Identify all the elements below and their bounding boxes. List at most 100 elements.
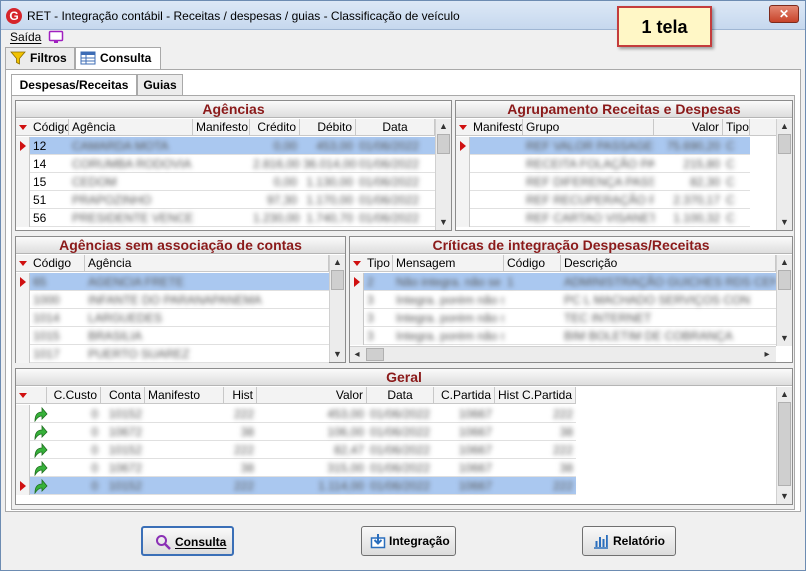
- criticas-vertical-scrollbar[interactable]: ▲ ▼: [776, 255, 792, 346]
- table-row[interactable]: REF DIFERENÇA PASS 82,30 C: [456, 173, 750, 191]
- sort-indicator-icon[interactable]: [351, 255, 364, 272]
- table-row[interactable]: RECEITA FOLAÇÃO PASS 215,80 C: [456, 155, 750, 173]
- scroll-down-icon[interactable]: ▼: [777, 215, 792, 229]
- scroll-thumb[interactable]: [778, 402, 791, 486]
- scroll-up-icon[interactable]: ▲: [777, 387, 792, 401]
- consulta-button[interactable]: Consulta: [141, 526, 234, 556]
- table-row[interactable]: 3 Integra. porém não se PC L MACHADO SER…: [350, 291, 776, 309]
- tab-despesas-receitas[interactable]: Despesas/Receitas: [11, 74, 137, 96]
- relatorio-button[interactable]: Relatório: [582, 526, 676, 556]
- row-indicator: [456, 173, 470, 191]
- table-row[interactable]: 1015 BRASILIA: [16, 327, 329, 345]
- table-row[interactable]: 12 CAMARDA MOTA 0,00 453,00 01/06/2022: [16, 137, 435, 155]
- table-row[interactable]: 51 PRAPOZINHO 97,30 1.170,00 01/06/2022: [16, 191, 435, 209]
- table-row[interactable]: 0 10152 222 82,47 01/06/2022 10667 222: [16, 441, 576, 459]
- table-row[interactable]: 0 10152 222 453,00 01/06/2022 10667 222: [16, 405, 576, 423]
- column-header-debito[interactable]: Débito: [300, 119, 356, 136]
- column-header-agencia[interactable]: Agência: [69, 119, 193, 136]
- tab-consulta[interactable]: Consulta: [75, 47, 161, 70]
- column-header-manifesto[interactable]: Manifesto: [145, 387, 224, 404]
- sem-associacao-vertical-scrollbar[interactable]: ▲ ▼: [329, 255, 345, 362]
- column-header-hist-cpartida[interactable]: Hist C.Partida: [495, 387, 576, 404]
- scroll-thumb[interactable]: [331, 270, 344, 290]
- column-header-codigo[interactable]: Código: [30, 119, 69, 136]
- column-header-valor[interactable]: Valor: [654, 119, 723, 136]
- column-header-conta[interactable]: Conta: [101, 387, 145, 404]
- scroll-right-icon[interactable]: ▸: [760, 347, 774, 362]
- table-row[interactable]: 14 CORUMBA RODOVIA 2.816,00 36.014,00 01…: [16, 155, 435, 173]
- table-row[interactable]: 3 Integra. porém não se TEC INTERNET: [350, 309, 776, 327]
- scroll-down-icon[interactable]: ▼: [777, 331, 792, 345]
- scroll-thumb[interactable]: [778, 134, 791, 154]
- criticas-grid[interactable]: Tipo Mensagem Código Descrição 2 Não int…: [350, 255, 776, 346]
- geral-vertical-scrollbar[interactable]: ▲ ▼: [776, 387, 792, 504]
- scroll-up-icon[interactable]: ▲: [330, 255, 345, 269]
- close-button[interactable]: ✕: [769, 5, 799, 23]
- table-row[interactable]: 15 CEDOM 0,00 1.130,00 01/06/2022: [16, 173, 435, 191]
- sort-indicator-icon[interactable]: [17, 119, 30, 136]
- cell-cpartida: 10667: [458, 461, 492, 475]
- column-header-valor[interactable]: Valor: [257, 387, 367, 404]
- column-header-manifesto[interactable]: Manifesto: [193, 119, 250, 136]
- menu-saida[interactable]: Saída: [10, 30, 41, 44]
- tab-guias[interactable]: Guias: [137, 74, 183, 95]
- column-header-hist[interactable]: Hist: [224, 387, 257, 404]
- table-row[interactable]: 2 Não integra. não se ap. 1 ADMINISTRAÇÃ…: [350, 273, 776, 291]
- scroll-down-icon[interactable]: ▼: [436, 215, 451, 229]
- column-header-descricao[interactable]: Descrição: [561, 255, 776, 272]
- table-row[interactable]: 1014 LARGUEDES: [16, 309, 329, 327]
- sem-associacao-grid[interactable]: Código Agência 65 AGENCIA FRETE 1000 INF…: [16, 255, 329, 363]
- column-header-ccusto[interactable]: C.Custo: [47, 387, 101, 404]
- sort-indicator-icon[interactable]: [17, 387, 30, 404]
- agencias-vertical-scrollbar[interactable]: ▲ ▼: [435, 119, 451, 230]
- main-window: G RET - Integração contábil - Receitas /…: [0, 0, 806, 571]
- column-header-tipo[interactable]: Tipo: [723, 119, 750, 136]
- scroll-thumb[interactable]: [437, 134, 450, 154]
- table-row[interactable]: 3 Integra. porém não se BIM BOLETIM DE C…: [350, 327, 776, 345]
- row-indicator: [16, 327, 30, 345]
- column-header-mensagem[interactable]: Mensagem: [393, 255, 504, 272]
- table-row[interactable]: 0 10672 38 315,00 01/06/2022 10667 38: [16, 459, 576, 477]
- agrupamento-vertical-scrollbar[interactable]: ▲ ▼: [776, 119, 792, 230]
- table-row[interactable]: REF RECUPERAÇÃO PASS 2.370,17 C: [456, 191, 750, 209]
- geral-grid[interactable]: C.Custo Conta Manifesto Hist Valor Data …: [16, 387, 776, 504]
- sort-indicator-icon[interactable]: [457, 119, 470, 136]
- sem-associacao-title: Agências sem associação de contas: [16, 237, 345, 254]
- cell-codigo: [504, 327, 561, 345]
- scroll-thumb[interactable]: [778, 270, 791, 290]
- table-row[interactable]: 1000 INFANTE DO PARANAPANEMA: [16, 291, 329, 309]
- agrupamento-grid[interactable]: Manifesto Grupo Valor Tipo REF VALOR PAS…: [456, 119, 776, 230]
- cell-conta: 10152: [108, 407, 142, 421]
- sort-indicator-icon[interactable]: [17, 255, 30, 272]
- column-header-cpartida[interactable]: C.Partida: [434, 387, 495, 404]
- scroll-up-icon[interactable]: ▲: [777, 119, 792, 133]
- table-row[interactable]: REF VALOR PASSAGEM 75.690,20 C: [456, 137, 750, 155]
- column-header-data[interactable]: Data: [356, 119, 435, 136]
- table-row[interactable]: REF CARTAO VISANET 1.100,32 C: [456, 209, 750, 227]
- scroll-thumb[interactable]: [366, 348, 384, 361]
- agencias-grid[interactable]: Código Agência Manifesto Crédito Débito …: [16, 119, 435, 230]
- scroll-left-icon[interactable]: ◂: [350, 347, 364, 362]
- scroll-down-icon[interactable]: ▼: [330, 347, 345, 361]
- column-header-manifesto[interactable]: Manifesto: [470, 119, 523, 136]
- column-header-codigo[interactable]: Código: [30, 255, 85, 272]
- column-header-tipo[interactable]: Tipo: [364, 255, 393, 272]
- table-row[interactable]: 0 10672 38 106,00 01/06/2022 10667 38: [16, 423, 576, 441]
- table-row[interactable]: 0 10152 222 1.114,00 01/06/2022 10667 22…: [16, 477, 576, 495]
- column-header-credito[interactable]: Crédito: [250, 119, 300, 136]
- monitor-icon[interactable]: [48, 30, 64, 44]
- criticas-horizontal-scrollbar[interactable]: ◂ ▸: [350, 346, 776, 362]
- integracao-button[interactable]: Integração: [361, 526, 456, 556]
- column-header-codigo[interactable]: Código: [504, 255, 561, 272]
- scroll-up-icon[interactable]: ▲: [436, 119, 451, 133]
- cell-valor: 106,00: [327, 425, 364, 439]
- table-row[interactable]: 1017 PUERTO SUAREZ: [16, 345, 329, 363]
- scroll-up-icon[interactable]: ▲: [777, 255, 792, 269]
- column-header-data[interactable]: Data: [367, 387, 434, 404]
- column-header-agencia[interactable]: Agência: [85, 255, 329, 272]
- table-row[interactable]: 65 AGENCIA FRETE: [16, 273, 329, 291]
- tab-filtros[interactable]: Filtros: [5, 47, 75, 69]
- column-header-grupo[interactable]: Grupo: [523, 119, 654, 136]
- table-row[interactable]: 56 PRESIDENTE VENCE 1.230,00 1.740,70 01…: [16, 209, 435, 227]
- scroll-down-icon[interactable]: ▼: [777, 489, 792, 503]
